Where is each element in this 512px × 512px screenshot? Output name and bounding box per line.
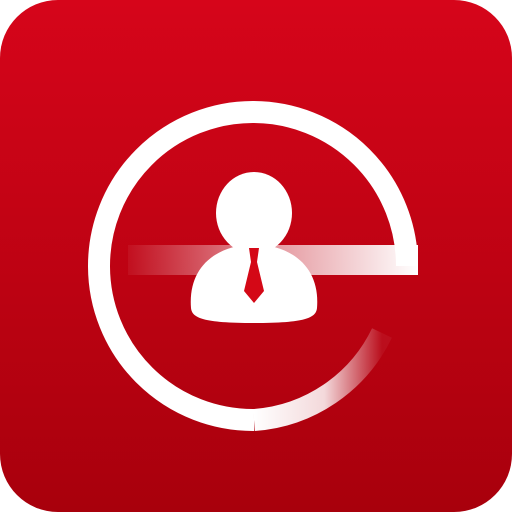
person-head-icon <box>216 172 292 254</box>
app-icon-graphic <box>0 0 512 512</box>
app-icon[interactable] <box>0 0 512 512</box>
